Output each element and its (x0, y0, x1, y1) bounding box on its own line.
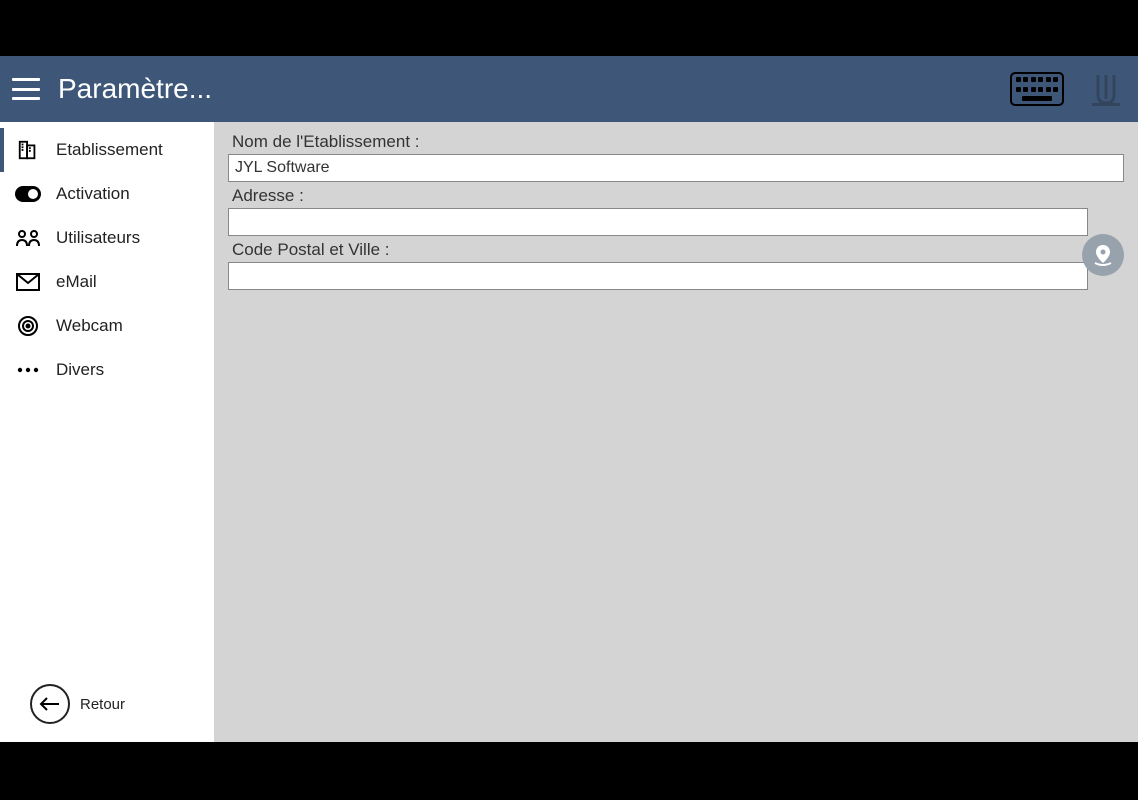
menu-hamburger-icon[interactable] (12, 78, 40, 100)
sidebar-item-label: Etablissement (56, 140, 163, 160)
building-icon (14, 138, 42, 162)
window-bottom-black-bar (0, 742, 1138, 800)
users-icon (14, 226, 42, 250)
sidebar-item-label: eMail (56, 272, 97, 292)
sidebar-item-email[interactable]: eMail (0, 260, 214, 304)
back-button-label: Retour (80, 696, 125, 713)
sidebar-item-etablissement[interactable]: Etablissement (0, 128, 214, 172)
postal-input[interactable] (228, 262, 1088, 290)
target-icon (14, 314, 42, 338)
back-arrow-icon (30, 684, 70, 724)
map-location-button[interactable] (1082, 234, 1124, 276)
address-label: Adresse : (232, 186, 1124, 206)
sidebar-item-label: Webcam (56, 316, 123, 336)
sidebar-item-label: Divers (56, 360, 104, 380)
sidebar-item-label: Activation (56, 184, 130, 204)
address-input[interactable] (228, 208, 1088, 236)
back-button[interactable]: Retour (0, 684, 214, 742)
sidebar-item-utilisateurs[interactable]: Utilisateurs (0, 216, 214, 260)
main-content: Nom de l'Etablissement : Adresse : Code … (214, 122, 1138, 742)
keyboard-icon[interactable] (1010, 72, 1064, 106)
map-pin-icon (1091, 243, 1115, 267)
app-header: Paramètre... (0, 56, 1138, 122)
sidebar-item-divers[interactable]: Divers (0, 348, 214, 392)
sidebar-item-label: Utilisateurs (56, 228, 140, 248)
app-logo-icon (1086, 69, 1126, 109)
toggle-icon (14, 182, 42, 206)
page-title: Paramètre... (58, 73, 1010, 105)
window-top-black-bar (0, 0, 1138, 56)
sidebar-item-webcam[interactable]: Webcam (0, 304, 214, 348)
sidebar: Etablissement Activation Utilisateurs (0, 122, 214, 742)
mail-icon (14, 270, 42, 294)
postal-label: Code Postal et Ville : (232, 240, 1124, 260)
establishment-label: Nom de l'Etablissement : (232, 132, 1124, 152)
establishment-input[interactable] (228, 154, 1124, 182)
dots-icon (14, 358, 42, 382)
sidebar-item-activation[interactable]: Activation (0, 172, 214, 216)
